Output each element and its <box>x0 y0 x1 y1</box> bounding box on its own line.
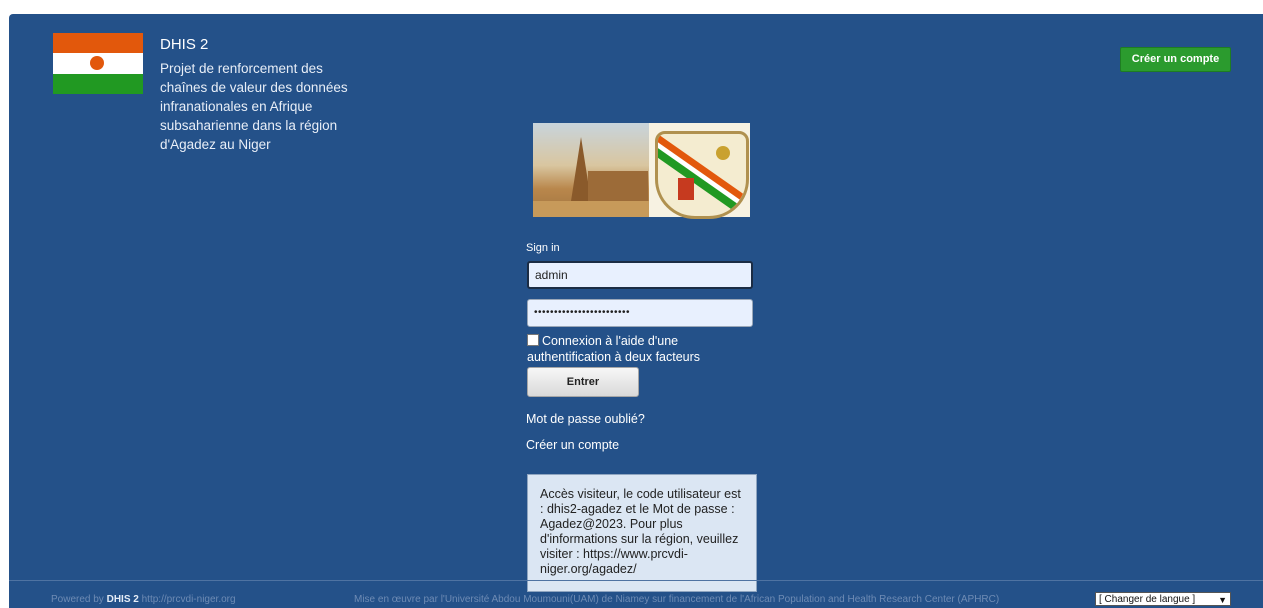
niger-flag-logo <box>53 33 143 94</box>
forgot-password-link[interactable]: Mot de passe oublié? <box>526 412 645 426</box>
language-select[interactable]: [ Changer de langue ] ▼ <box>1095 592 1231 606</box>
username-input[interactable]: admin <box>527 261 753 289</box>
region-banner-image <box>533 123 750 219</box>
language-select-value: [ Changer de langue ] <box>1099 594 1196 605</box>
login-panel: DHIS 2 Projet de renforcement des chaîne… <box>9 14 1263 608</box>
powered-by-prefix: Powered by <box>51 594 104 605</box>
visitor-access-notice: Accès visiteur, le code utilisateur est … <box>527 474 757 592</box>
dhis2-link[interactable]: DHIS 2 <box>107 594 139 605</box>
footer: Powered by DHIS 2 http://prcvdi-niger.or… <box>9 580 1263 608</box>
login-submit-button[interactable]: Entrer <box>527 367 639 397</box>
agadez-mosque-photo <box>533 123 649 217</box>
chevron-down-icon: ▼ <box>1218 595 1227 605</box>
create-account-link[interactable]: Créer un compte <box>526 438 619 452</box>
password-input[interactable]: •••••••••••••••••••••••• <box>527 299 753 327</box>
implementation-credit: Mise en œuvre par l'Université Abdou Mou… <box>354 594 1000 605</box>
powered-by: Powered by DHIS 2 http://prcvdi-niger.or… <box>51 594 236 605</box>
create-account-button[interactable]: Créer un compte <box>1120 47 1231 72</box>
two-factor-option[interactable]: Connexion à l'aide d'une authentificatio… <box>527 333 747 365</box>
app-title: DHIS 2 <box>160 36 209 53</box>
app-description: Projet de renforcement des chaînes de va… <box>160 61 348 152</box>
two-factor-checkbox[interactable] <box>527 334 539 346</box>
regional-council-seal <box>649 123 750 219</box>
sign-in-label: Sign in <box>526 242 560 254</box>
two-factor-label: Connexion à l'aide d'une authentificatio… <box>527 334 701 364</box>
project-url-link[interactable]: http://prcvdi-niger.org <box>142 594 236 605</box>
